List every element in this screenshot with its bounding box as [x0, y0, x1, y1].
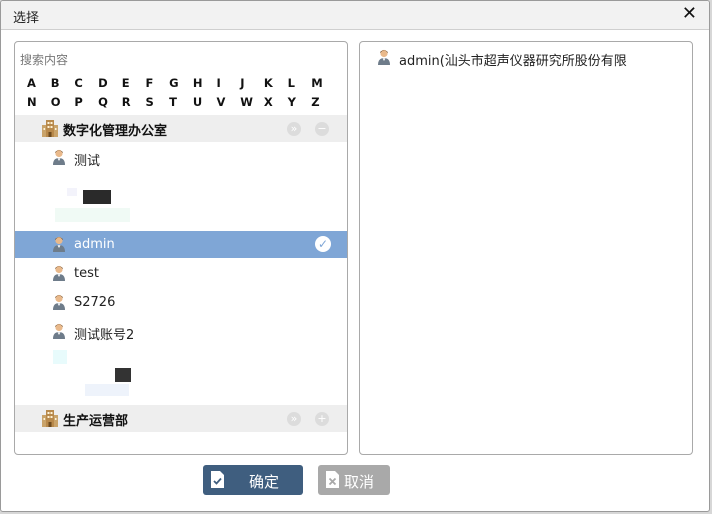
minus-icon[interactable]: −: [315, 122, 329, 136]
redacted-text: [83, 190, 111, 204]
selected-panel: admin(汕头市超声仪器研究所股份有限: [359, 41, 693, 455]
file-check-icon: [211, 471, 224, 488]
letter-r[interactable]: R: [122, 95, 146, 111]
member-item-selected[interactable]: admin ✓: [15, 231, 347, 258]
member-label: test: [74, 266, 99, 281]
tree-panel: A B C D E F G H I J K L M N O P Q R S T …: [14, 41, 348, 455]
letter-w[interactable]: W: [240, 95, 264, 111]
member-item[interactable]: 测试: [15, 144, 347, 171]
letter-z[interactable]: Z: [311, 95, 335, 111]
user-icon: [52, 265, 66, 281]
letter-x[interactable]: X: [264, 95, 288, 111]
dialog-titlebar: 选择 ✕: [1, 1, 709, 30]
letter-t[interactable]: T: [169, 95, 193, 111]
close-icon[interactable]: ✕: [682, 4, 697, 24]
letter-v[interactable]: V: [217, 95, 241, 111]
redacted-icon: [53, 350, 67, 364]
letter-k[interactable]: K: [264, 76, 288, 92]
letter-o[interactable]: O: [51, 95, 75, 111]
letter-l[interactable]: L: [288, 76, 312, 92]
letter-f[interactable]: F: [145, 76, 169, 92]
letter-u[interactable]: U: [193, 95, 217, 111]
member-item[interactable]: test: [15, 260, 347, 287]
alphabet-row-2: N O P Q R S T U V W X Y Z: [27, 95, 335, 111]
user-icon: [52, 294, 66, 310]
user-icon: [52, 323, 66, 339]
letter-c[interactable]: C: [74, 76, 98, 92]
alphabet-row-1: A B C D E F G H I J K L M: [27, 76, 335, 92]
building-icon: [41, 119, 59, 137]
member-label: 测试账号2: [74, 328, 135, 343]
arrow-right-icon[interactable]: »: [287, 412, 301, 426]
letter-a[interactable]: A: [27, 76, 51, 92]
group-label: 生产运营部: [63, 414, 129, 429]
group-header-production[interactable]: 生产运营部 » +: [15, 405, 347, 432]
member-label: S2726: [74, 295, 116, 310]
search-input[interactable]: [20, 51, 320, 69]
file-x-icon: [326, 471, 339, 488]
plus-icon[interactable]: +: [315, 412, 329, 426]
user-icon: [377, 49, 391, 65]
member-item[interactable]: S2726: [15, 289, 347, 316]
letter-n[interactable]: N: [27, 95, 51, 111]
redacted-text: [55, 208, 130, 222]
letter-h[interactable]: H: [193, 76, 217, 92]
building-icon: [41, 409, 59, 427]
user-icon: [52, 149, 66, 165]
letter-q[interactable]: Q: [98, 95, 122, 111]
arrow-right-icon[interactable]: »: [287, 122, 301, 136]
dialog-title: 选择: [13, 11, 40, 26]
confirm-button[interactable]: 确定: [203, 465, 303, 495]
letter-y[interactable]: Y: [288, 95, 312, 111]
member-label: admin: [74, 237, 115, 252]
redacted-text: [85, 384, 129, 396]
letter-m[interactable]: M: [311, 76, 335, 92]
member-label: 测试: [74, 154, 101, 169]
redacted-icon: [67, 188, 77, 196]
confirm-label: 确定: [249, 473, 280, 491]
letter-i[interactable]: I: [217, 76, 241, 92]
redacted-text: [115, 368, 131, 382]
letter-s[interactable]: S: [145, 95, 169, 111]
letter-d[interactable]: D: [98, 76, 122, 92]
cancel-button[interactable]: 取消: [318, 465, 390, 495]
group-header-digital-office[interactable]: 数字化管理办公室 » −: [15, 115, 347, 142]
letter-g[interactable]: G: [169, 76, 193, 92]
cancel-label: 取消: [344, 473, 375, 491]
letter-b[interactable]: B: [51, 76, 75, 92]
letter-j[interactable]: J: [240, 76, 264, 92]
select-dialog: 选择 ✕ A B C D E F G H I J K L M N O P Q R…: [0, 0, 710, 512]
letter-e[interactable]: E: [122, 76, 146, 92]
letter-p[interactable]: P: [74, 95, 98, 111]
group-label: 数字化管理办公室: [63, 124, 168, 139]
member-item[interactable]: 测试账号2: [15, 318, 347, 345]
check-icon: ✓: [315, 236, 331, 252]
user-icon: [52, 236, 66, 252]
selected-label: admin(汕头市超声仪器研究所股份有限: [399, 54, 627, 69]
